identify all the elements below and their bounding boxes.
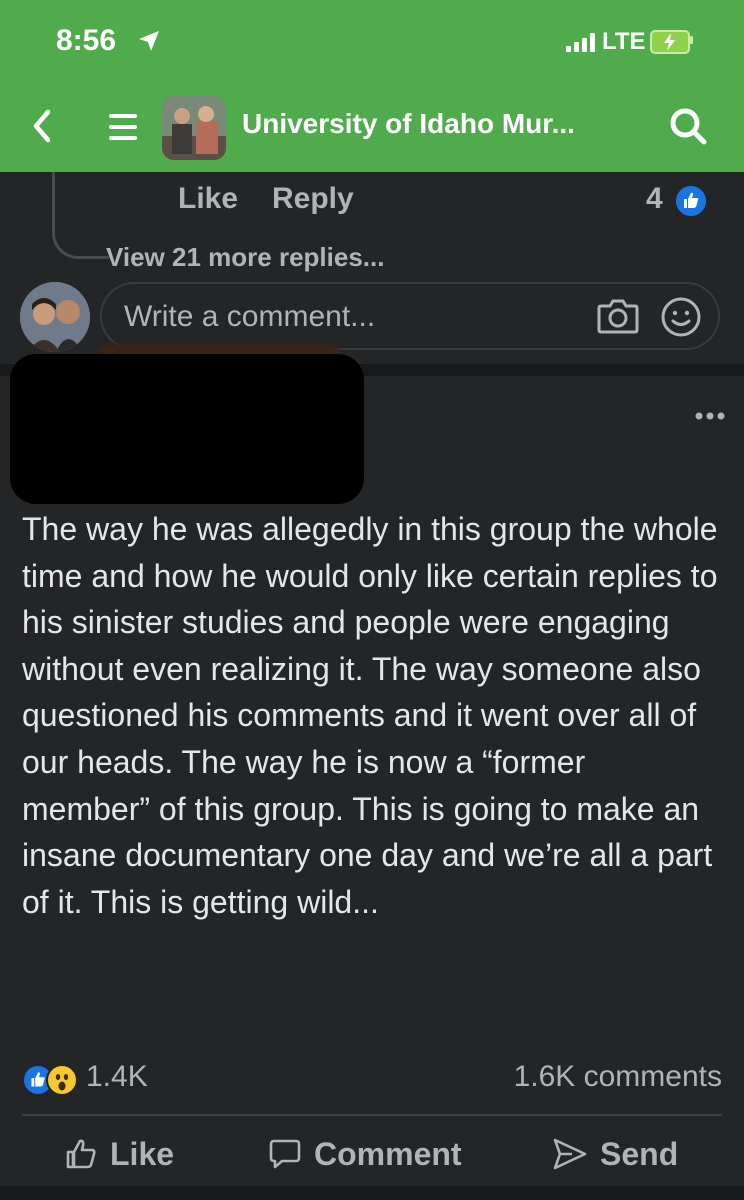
reply-thread-line <box>52 172 109 259</box>
comment-reaction-count[interactable]: 4 <box>646 182 663 216</box>
user-avatar <box>20 282 90 352</box>
like-button-label: Like <box>110 1135 175 1172</box>
speech-bubble-icon <box>269 1139 301 1169</box>
emoji-icon[interactable] <box>660 296 702 338</box>
send-arrow-icon <box>553 1138 587 1170</box>
group-avatar[interactable] <box>162 96 226 160</box>
battery-charging-icon <box>650 30 690 54</box>
thumbs-up-icon <box>66 1139 96 1169</box>
send-button-label: Send <box>600 1135 679 1172</box>
signal-bars-icon <box>566 32 595 52</box>
feed-divider-bottom <box>0 1186 744 1200</box>
status-time: 8:56 <box>56 24 117 57</box>
more-options-icon[interactable] <box>694 410 726 422</box>
reaction-total[interactable]: 1.4K <box>86 1060 148 1094</box>
app-header: 8:56 LTE University of Idaho Mur... <box>0 0 744 172</box>
location-arrow-icon <box>139 31 159 51</box>
group-title[interactable]: University of Idaho Mur... <box>242 108 575 140</box>
comment-button[interactable]: Comment <box>268 1132 462 1176</box>
like-button[interactable]: Like <box>64 1132 174 1176</box>
comment-button-label: Comment <box>314 1135 462 1172</box>
battery-tip <box>690 36 693 44</box>
network-label: LTE <box>602 28 646 55</box>
back-chevron-icon[interactable] <box>26 104 60 148</box>
comment-input[interactable]: Write a comment... <box>100 282 720 350</box>
comment-input-placeholder: Write a comment... <box>124 300 376 333</box>
like-thumb-icon <box>674 184 708 218</box>
view-more-replies-link[interactable]: View 21 more replies... <box>106 242 384 273</box>
redacted-author-block <box>10 354 364 504</box>
search-icon[interactable] <box>666 104 710 148</box>
comment-count[interactable]: 1.6K comments <box>514 1060 722 1094</box>
comment-reply-link[interactable]: Reply <box>272 182 354 216</box>
actions-divider <box>22 1114 722 1116</box>
comment-like-link[interactable]: Like <box>178 182 238 216</box>
post-body-text: The way he was allegedly in this group t… <box>22 511 718 920</box>
wow-reaction-icon <box>46 1064 78 1096</box>
camera-icon[interactable] <box>596 296 640 336</box>
send-button[interactable]: Send <box>552 1132 678 1176</box>
menu-icon[interactable] <box>106 110 140 144</box>
